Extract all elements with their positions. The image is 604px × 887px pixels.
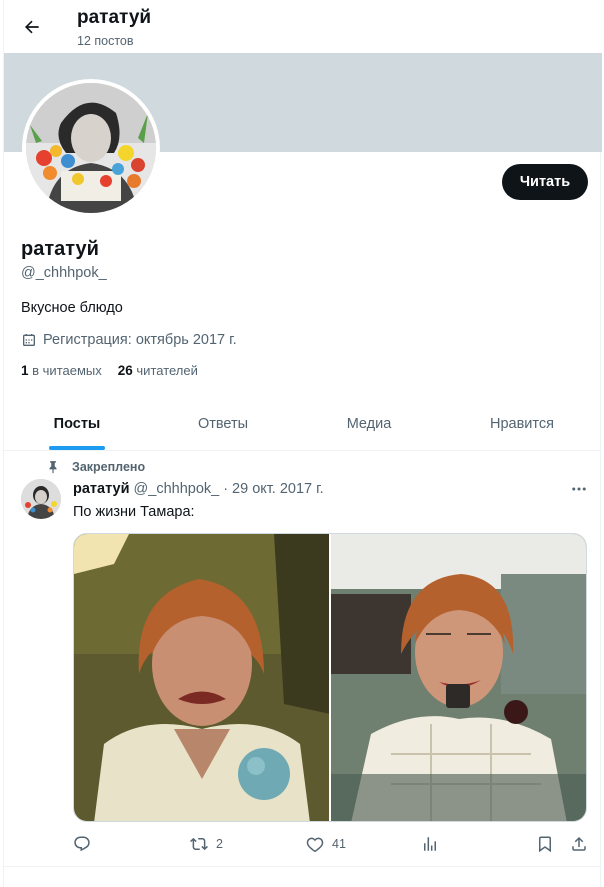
join-date-text: Регистрация: октябрь 2017 г. — [43, 332, 237, 348]
like-button[interactable]: 41 — [306, 835, 346, 853]
tweet-avatar[interactable] — [21, 479, 61, 519]
tab-media-label: Медиа — [346, 415, 392, 432]
tab-media[interactable]: Медиа — [296, 397, 442, 450]
followers-link[interactable]: 26 читателей — [118, 363, 198, 378]
retweet-icon — [190, 837, 208, 851]
pinned-label: Закреплено — [72, 460, 146, 474]
analytics-icon — [424, 837, 436, 851]
retweet-count: 2 — [216, 837, 223, 851]
pinned-tweet[interactable]: Закреплено рататуй @_chhhpok_ · 29 окт. … — [4, 451, 602, 867]
calendar-icon — [23, 334, 35, 346]
active-tab-indicator — [49, 446, 105, 450]
followers-label: читателей — [136, 363, 198, 378]
follow-stats: 1 в читаемых 26 читателей — [21, 363, 198, 378]
tweet-actions: 2 41 — [73, 835, 593, 857]
profile-name: рататуй — [21, 238, 99, 260]
following-label: в читаемых — [32, 363, 102, 378]
share-icon — [572, 836, 586, 851]
tweet-author-handle[interactable]: @_chhhpok_ — [134, 481, 220, 497]
profile-tabs: Посты Ответы Медиа Нравится — [4, 397, 602, 451]
top-bar: рататуй 12 постов — [4, 0, 602, 53]
tab-replies-label: Ответы — [197, 415, 249, 432]
profile-bio: Вкусное блюдо — [21, 300, 123, 316]
following-count: 1 — [21, 363, 29, 378]
pinned-indicator: Закреплено — [46, 460, 145, 474]
more-dots-icon — [572, 487, 586, 491]
tab-posts[interactable]: Посты — [4, 397, 150, 450]
tweet-header: рататуй @_chhhpok_ · 29 окт. 2017 г. — [73, 481, 324, 497]
followers-count: 26 — [117, 363, 133, 378]
tweet-text: По жизни Тамара: — [73, 504, 195, 520]
reply-icon — [74, 836, 90, 852]
tweet-separator: · — [223, 481, 229, 497]
join-date: Регистрация: октябрь 2017 г. — [21, 332, 237, 348]
tweet-author-name[interactable]: рататуй — [73, 481, 130, 497]
tweet-date[interactable]: 29 окт. 2017 г. — [232, 481, 324, 497]
follow-button[interactable]: Читать — [502, 164, 588, 200]
arrow-left-icon — [25, 20, 39, 34]
profile-page: рататуй 12 постов Читать рататуй @_chhhp… — [3, 0, 602, 887]
posts-count: 12 постов — [77, 34, 134, 48]
tab-likes[interactable]: Нравится — [442, 397, 602, 450]
bookmark-icon — [539, 836, 551, 853]
following-link[interactable]: 1 в читаемых — [21, 363, 102, 378]
retweet-button[interactable]: 2 — [190, 835, 223, 853]
pin-icon — [49, 461, 57, 474]
more-button[interactable] — [567, 479, 591, 499]
tweet-media — [73, 533, 587, 822]
reply-button[interactable] — [73, 835, 99, 853]
page-title: рататуй — [77, 7, 152, 28]
tab-likes-label: Нравится — [490, 415, 554, 432]
back-button[interactable] — [17, 12, 47, 42]
bookmark-button[interactable] — [536, 835, 554, 853]
heart-icon — [306, 837, 324, 853]
profile-handle: @_chhhpok_ — [21, 265, 107, 281]
views-button[interactable] — [421, 835, 439, 853]
profile-avatar[interactable] — [22, 79, 160, 217]
like-count: 41 — [332, 837, 346, 851]
tab-posts-label: Посты — [53, 415, 101, 432]
avatar-image — [26, 83, 156, 213]
tab-replies[interactable]: Ответы — [150, 397, 296, 450]
share-button[interactable] — [570, 835, 588, 853]
tweet-image-1[interactable] — [74, 534, 329, 821]
tweet-image-2[interactable] — [331, 534, 586, 821]
